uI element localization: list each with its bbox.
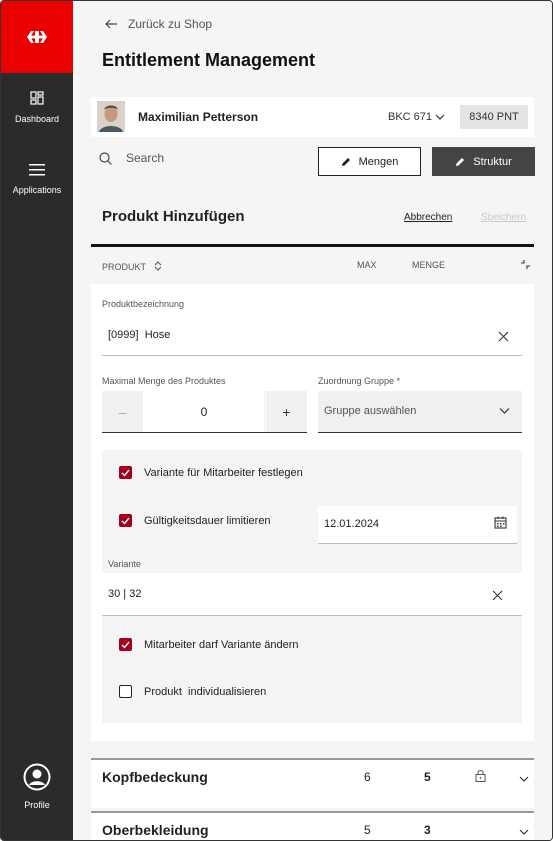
search-placeholder: Search — [126, 151, 165, 165]
checkmark-icon — [121, 469, 130, 477]
expand-button[interactable] — [519, 771, 529, 789]
checkbox-checked[interactable] — [119, 466, 132, 479]
sidebar-item-label: Dashboard — [14, 114, 60, 124]
option-label: Gültigkeitsdauer limitieren — [144, 514, 271, 527]
sidebar-item-dashboard[interactable]: Dashboard — [1, 91, 73, 124]
user-name: Maximilian Petterson — [138, 110, 259, 124]
group-menge: 5 — [424, 770, 431, 784]
group-name: Kopfbedeckung — [102, 769, 208, 785]
sort-icon — [155, 261, 162, 271]
gruppe-select-value: Gruppe auswählen — [324, 405, 417, 417]
variante-label: Variante — [108, 559, 141, 569]
option-label: Mitarbeiter darf Variante ändern — [144, 638, 299, 651]
calendar-icon — [494, 516, 507, 529]
sidebar-item-label: Profile — [24, 800, 50, 810]
quantity-stepper: – 0 + — [102, 391, 307, 433]
app-window: Dashboard Applications Profile Zurück zu… — [0, 0, 553, 841]
checkmark-icon — [121, 517, 130, 525]
product-form: Produktbezeichnung [0999] Hose Maximal M… — [91, 284, 534, 741]
back-link[interactable]: Zurück zu Shop — [105, 17, 212, 31]
avatar — [97, 101, 125, 132]
column-menge: MENGE — [412, 260, 446, 270]
logo[interactable] — [1, 1, 73, 73]
collapse-button[interactable] — [520, 259, 531, 272]
search-icon — [99, 151, 112, 165]
dashboard-icon — [30, 91, 44, 105]
user-bar: Maximilian Petterson BKC 671 8340 PNT — [91, 97, 534, 137]
menu-icon — [29, 164, 45, 176]
date-value: 12.01.2024 — [324, 518, 380, 530]
user-code: BKC 671 — [388, 111, 433, 123]
sidebar: Dashboard Applications Profile — [1, 1, 73, 840]
variante-input[interactable]: 30 | 32 — [102, 573, 522, 616]
produkt-input[interactable]: [0999] Hose — [108, 329, 170, 341]
table-row[interactable]: Oberbekleidung 5 3 — [91, 811, 534, 840]
struktur-button[interactable]: Struktur — [432, 147, 535, 176]
chevron-down-icon — [499, 408, 510, 414]
mengen-button[interactable]: Mengen — [318, 147, 421, 176]
arrow-left-icon — [105, 19, 117, 29]
clear-button[interactable] — [492, 588, 503, 606]
checkbox-checked[interactable] — [119, 514, 132, 527]
divider — [91, 244, 534, 247]
increment-button[interactable]: + — [265, 391, 307, 432]
sidebar-item-applications[interactable]: Applications — [1, 163, 73, 195]
user-dropdown[interactable] — [435, 109, 445, 127]
group-max: 6 — [364, 770, 371, 784]
pencil-icon — [341, 157, 350, 166]
column-produkt-label: PRODUKT — [102, 262, 146, 272]
gruppe-label: Zuordnung Gruppe * — [318, 376, 401, 386]
decrement-button[interactable]: – — [102, 391, 144, 432]
option-label: Variante für Mitarbeiter festlegen — [144, 466, 303, 479]
expand-button[interactable] — [519, 824, 529, 840]
main-content: Zurück zu Shop Entitlement Management Ma… — [73, 1, 552, 840]
group-max: 5 — [364, 823, 371, 837]
quantity-value[interactable]: 0 — [144, 391, 264, 432]
sidebar-item-label: Applications — [12, 185, 62, 195]
chevron-down-icon — [519, 829, 529, 835]
column-produkt[interactable]: PRODUKT — [102, 260, 162, 272]
back-label: Zurück zu Shop — [128, 17, 213, 31]
option-individualisieren[interactable]: Produkt individualisieren — [119, 685, 266, 698]
option-variante-festlegen[interactable]: Variante für Mitarbeiter festlegen — [119, 466, 303, 479]
gruppe-select[interactable]: Gruppe auswählen — [318, 391, 522, 433]
search-input[interactable]: Search — [99, 151, 164, 165]
date-field[interactable]: 12.01.2024 — [318, 506, 517, 544]
chevron-down-icon — [435, 114, 445, 120]
struktur-label: Struktur — [473, 155, 512, 168]
option-label: Produkt individualisieren — [144, 685, 267, 698]
lock-icon — [475, 769, 486, 787]
section-title: Produkt Hinzufügen — [102, 208, 245, 225]
points-badge: 8340 PNT — [460, 105, 528, 129]
cancel-link[interactable]: Abbrechen — [404, 212, 452, 223]
variant-options-panel: Variante für Mitarbeiter festlegen Gülti… — [102, 450, 522, 723]
variante-value: 30 | 32 — [108, 588, 142, 600]
page-title: Entitlement Management — [102, 50, 316, 70]
close-icon — [498, 331, 509, 342]
option-mitarbeiter-aendern[interactable]: Mitarbeiter darf Variante ändern — [119, 638, 299, 651]
collapse-icon — [521, 260, 530, 269]
column-max: MAX — [357, 260, 377, 270]
group-menge: 3 — [424, 823, 431, 837]
profile-icon — [23, 763, 51, 791]
sidebar-item-profile[interactable]: Profile — [1, 763, 73, 810]
group-name: Oberbekleidung — [102, 822, 209, 838]
table-row[interactable]: Kopfbedeckung 6 5 — [91, 758, 534, 808]
max-menge-label: Maximal Menge des Produktes — [102, 376, 226, 386]
checkbox-unchecked[interactable] — [119, 685, 132, 698]
mengen-label: Mengen — [358, 155, 399, 168]
produkt-label: Produktbezeichnung — [102, 299, 185, 309]
chevron-down-icon — [519, 776, 529, 782]
produkt-underline — [102, 355, 522, 356]
option-gueltigkeit[interactable]: Gültigkeitsdauer limitieren — [119, 514, 271, 527]
pencil-icon — [456, 157, 465, 166]
close-icon — [492, 590, 503, 601]
clear-button[interactable] — [498, 329, 509, 347]
save-link[interactable]: Speichern — [481, 212, 526, 223]
sbb-logo-icon — [27, 31, 47, 43]
checkmark-icon — [121, 641, 130, 649]
checkbox-checked[interactable] — [119, 638, 132, 651]
